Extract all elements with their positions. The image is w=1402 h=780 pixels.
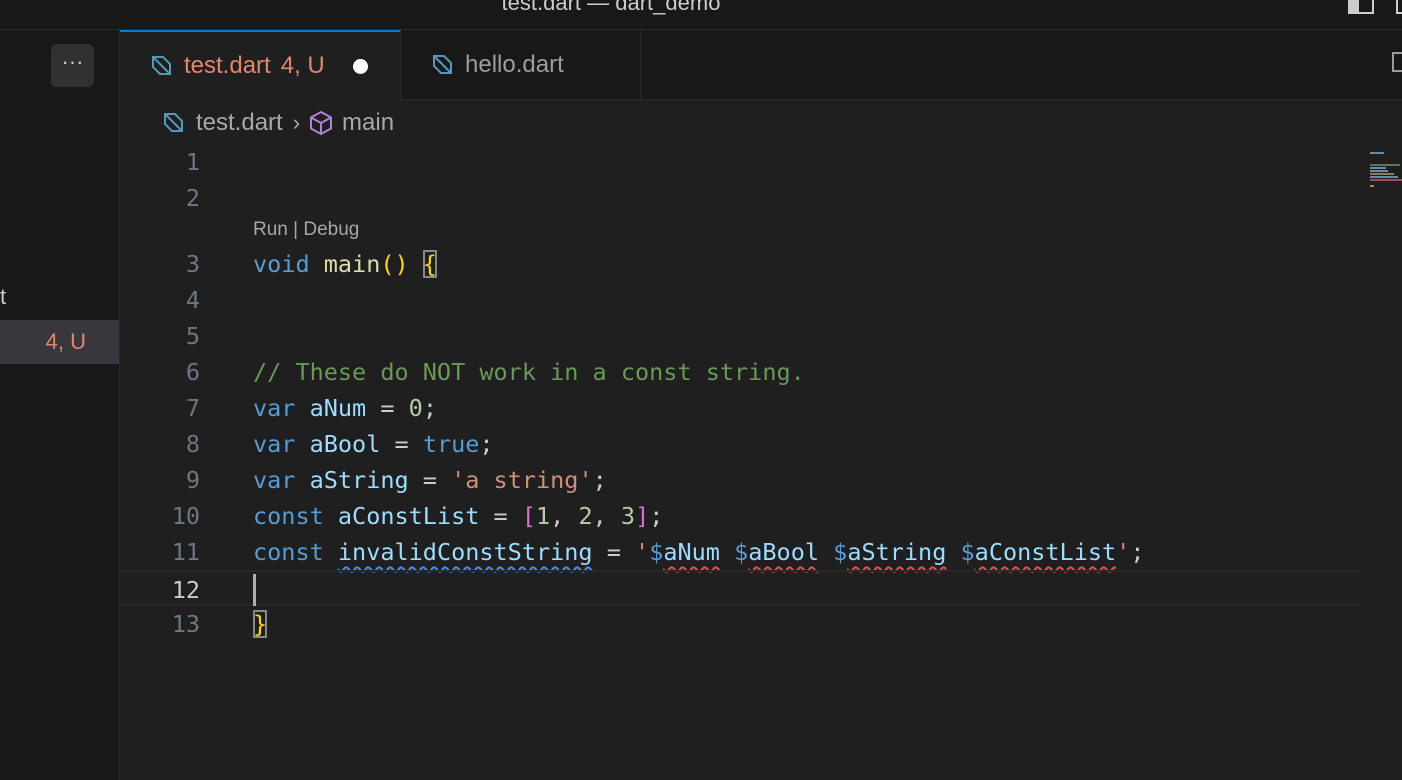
code-line[interactable]: 11 const invalidConstString = '$aNum $aB… bbox=[120, 534, 1362, 570]
line-number: 10 bbox=[171, 502, 200, 530]
tab-status: 4, U bbox=[280, 52, 325, 79]
line-number: 9 bbox=[185, 466, 200, 494]
code-line[interactable]: 6 // These do NOT work in a const string… bbox=[120, 354, 1362, 390]
toggle-panel-icon[interactable] bbox=[1396, 0, 1402, 14]
sidebar-item-label-fragment: t bbox=[0, 284, 7, 309]
line-number: 2 bbox=[185, 184, 200, 212]
line-number: 11 bbox=[171, 538, 200, 566]
minimap-line bbox=[1370, 173, 1394, 175]
dart-file-icon bbox=[164, 113, 183, 132]
symbol-method-icon bbox=[310, 110, 333, 136]
code-line[interactable]: 5 bbox=[120, 318, 1362, 354]
text-cursor bbox=[253, 574, 256, 606]
minimap-line bbox=[1370, 152, 1384, 154]
line-number: 5 bbox=[185, 322, 200, 350]
code-text: var aBool = true; bbox=[253, 430, 494, 458]
matching-bracket: } bbox=[253, 610, 268, 638]
line-number: 6 bbox=[185, 358, 200, 386]
codelens-run-debug[interactable]: Run | Debug bbox=[253, 216, 359, 244]
breadcrumb: test.dart › main bbox=[160, 106, 394, 140]
line-number: 1 bbox=[185, 148, 200, 176]
code-comment: // These do NOT work in a const string. bbox=[253, 358, 805, 386]
tab-label: hello.dart bbox=[465, 50, 564, 78]
toggle-sidebar-icon[interactable] bbox=[1348, 0, 1374, 14]
unsaved-dot-icon[interactable] bbox=[352, 58, 368, 74]
code-text: var aString = 'a string'; bbox=[253, 466, 607, 494]
tab-hello-dart[interactable]: hello.dart bbox=[401, 30, 641, 99]
code-line[interactable]: 10 const aConstList = [1, 2, 3]; bbox=[120, 498, 1362, 534]
code-line[interactable]: 2 bbox=[120, 180, 1362, 216]
sidebar: ··· t 4, U bbox=[0, 30, 120, 780]
line-number: 13 bbox=[171, 610, 200, 638]
minimap-line bbox=[1370, 164, 1400, 166]
dart-file-icon bbox=[152, 56, 171, 75]
line-number: 3 bbox=[185, 250, 200, 278]
minimap-line bbox=[1370, 185, 1374, 187]
breadcrumb-symbol[interactable]: main bbox=[342, 109, 394, 137]
minimap[interactable] bbox=[1368, 150, 1402, 200]
error-squiggle: aBool bbox=[748, 538, 819, 566]
code-line[interactable]: 13 } bbox=[120, 606, 1362, 642]
sidebar-item-status: 4, U bbox=[45, 329, 86, 354]
code-editor[interactable]: 1 2 Run | Debug 3 void main() { 4 5 6 //… bbox=[120, 144, 1402, 780]
tab-test-dart[interactable]: test.dart 4, U bbox=[120, 30, 401, 100]
code-text: var aNum = 0; bbox=[253, 394, 437, 422]
info-squiggle: invalidConstString bbox=[337, 538, 593, 566]
code-text: const aConstList = [1, 2, 3]; bbox=[253, 502, 664, 530]
dart-file-icon bbox=[433, 54, 452, 74]
title-bar: test.dart — dart_demo bbox=[0, 0, 1402, 30]
matching-bracket: { bbox=[422, 250, 437, 278]
code-line[interactable]: 7 var aNum = 0; bbox=[120, 390, 1362, 426]
error-squiggle: aConstList bbox=[974, 538, 1117, 566]
tab-bar: test.dart 4, U hello.dart bbox=[120, 30, 1402, 100]
tab-label: test.dart bbox=[184, 52, 271, 79]
window-title: test.dart — dart_demo bbox=[501, 0, 721, 15]
code-line[interactable]: 8 var aBool = true; bbox=[120, 426, 1362, 462]
code-line-current[interactable]: 12 bbox=[120, 570, 1362, 606]
code-text: const invalidConstString = '$aNum $aBool… bbox=[253, 538, 1145, 566]
line-number: 12 bbox=[171, 576, 200, 604]
minimap-line bbox=[1370, 167, 1386, 169]
sidebar-item-test-dart[interactable]: 4, U bbox=[0, 320, 119, 364]
minimap-line bbox=[1370, 179, 1402, 181]
minimap-line bbox=[1370, 176, 1398, 178]
more-actions-button[interactable]: ··· bbox=[51, 44, 94, 87]
code-text: void main() { bbox=[253, 250, 437, 278]
code-line[interactable]: 1 bbox=[120, 144, 1362, 180]
breadcrumb-file[interactable]: test.dart bbox=[196, 109, 283, 137]
line-number: 7 bbox=[185, 394, 200, 422]
code-line[interactable]: 9 var aString = 'a string'; bbox=[120, 462, 1362, 498]
code-line[interactable]: 4 bbox=[120, 282, 1362, 318]
error-squiggle: aNum bbox=[663, 538, 720, 566]
line-number: 8 bbox=[185, 430, 200, 458]
error-squiggle: aString bbox=[847, 538, 947, 566]
line-number: 4 bbox=[185, 286, 200, 314]
code-line[interactable]: 3 void main() { bbox=[120, 246, 1362, 282]
editor-actions-icon[interactable] bbox=[1392, 52, 1402, 72]
chevron-right-icon: › bbox=[292, 110, 301, 135]
minimap-line bbox=[1370, 170, 1388, 172]
code-text: } bbox=[253, 606, 268, 642]
